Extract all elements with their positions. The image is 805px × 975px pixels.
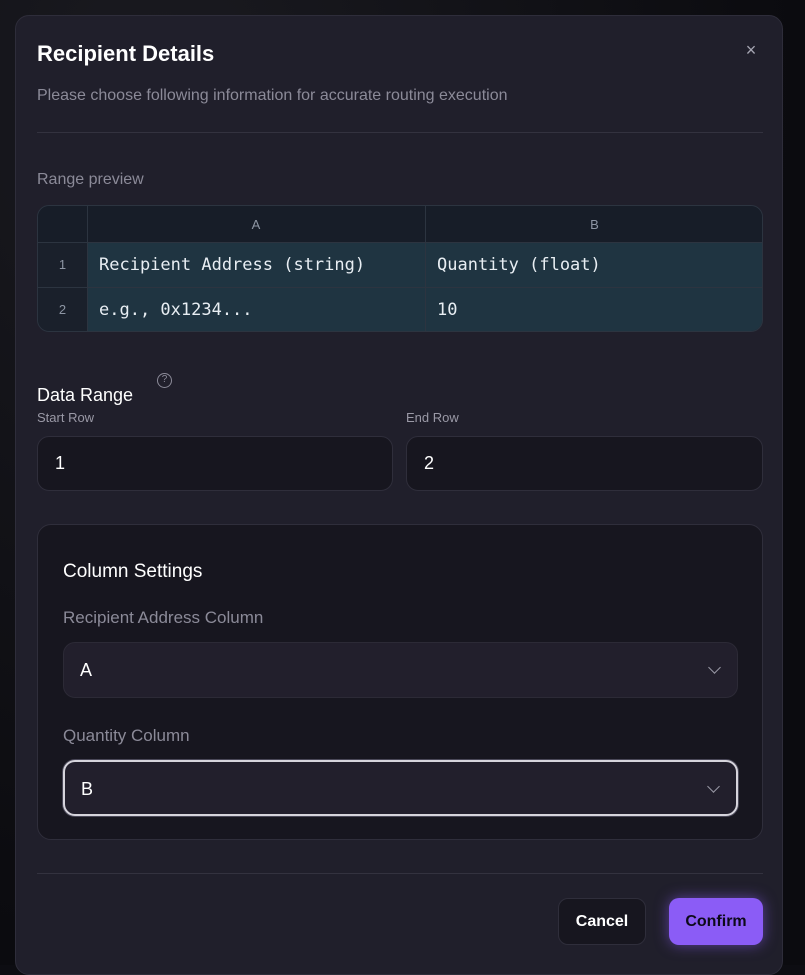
footer-divider [37, 873, 763, 874]
help-icon[interactable]: ? [157, 373, 172, 388]
grid-line [38, 287, 762, 288]
end-row-input[interactable] [406, 436, 763, 491]
cancel-button[interactable]: Cancel [558, 898, 646, 945]
start-row-label: Start Row [37, 410, 95, 425]
grid-line [425, 206, 426, 331]
column-header-a: A [87, 206, 425, 243]
cell-b1: Quantity (float) [425, 243, 762, 287]
range-preview-label: Range preview [37, 171, 144, 188]
confirm-button[interactable]: Confirm [669, 898, 763, 945]
quantity-column-value: B [81, 779, 94, 799]
address-column-select[interactable]: A [63, 642, 738, 698]
grid-corner [38, 206, 87, 243]
header-divider [37, 132, 763, 133]
modal-subtitle: Please choose following information for … [37, 87, 508, 104]
quantity-column-label: Quantity Column [63, 726, 190, 745]
modal-title: Recipient Details [37, 41, 215, 66]
cell-b2: 10 [425, 288, 762, 331]
end-row-label: End Row [406, 410, 459, 425]
start-row-input[interactable] [37, 436, 393, 491]
address-column-value: A [80, 660, 93, 680]
quantity-column-select[interactable]: B [63, 760, 738, 816]
grid-line [87, 206, 88, 331]
row-number-1: 1 [38, 243, 87, 287]
address-column-label: Recipient Address Column [63, 608, 264, 627]
data-range-title: Data Range [37, 385, 134, 405]
recipient-details-modal: Recipient Details × Please choose follow… [15, 15, 783, 975]
chevron-down-icon [708, 661, 721, 674]
column-settings-panel: Column Settings Recipient Address Column… [37, 524, 763, 840]
cell-a2: e.g., 0x1234... [87, 288, 425, 331]
cell-a1: Recipient Address (string) [87, 243, 425, 287]
column-settings-title: Column Settings [63, 561, 203, 582]
chevron-down-icon [707, 780, 720, 793]
column-header-b: B [425, 206, 762, 243]
close-icon[interactable]: × [741, 40, 761, 60]
range-preview-grid: A B 1 Recipient Address (string) Quantit… [37, 205, 763, 332]
row-number-2: 2 [38, 288, 87, 331]
